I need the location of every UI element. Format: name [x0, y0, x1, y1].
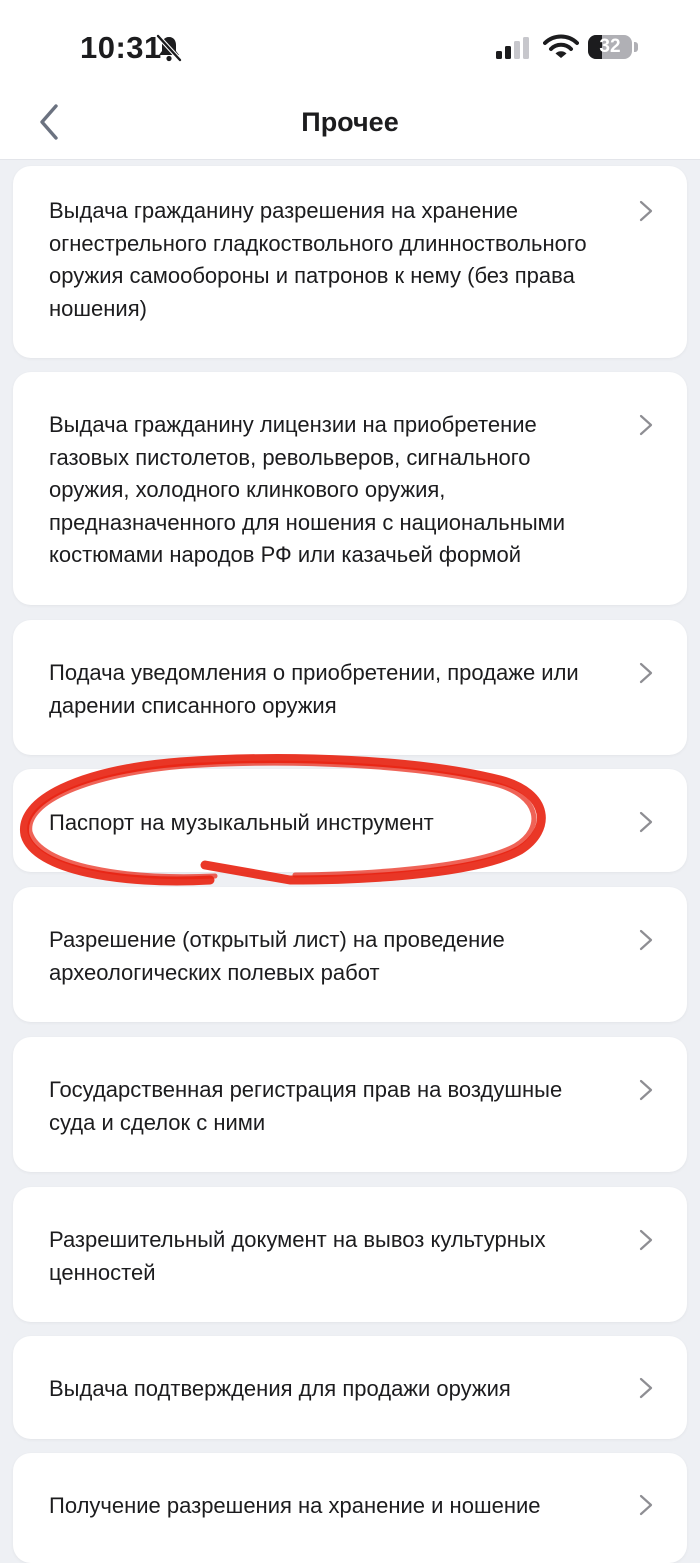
cellular-signal-icon — [496, 37, 529, 59]
list-item[interactable]: Выдача подтверждения для продажи оружия — [13, 1336, 687, 1439]
top-bar: 10:31 32 Прочее — [0, 0, 700, 160]
bell-slash-icon — [156, 34, 182, 62]
chevron-right-icon — [639, 929, 653, 951]
list-item[interactable]: Получение разрешения на хранение и ношен… — [13, 1453, 687, 1563]
list-item-label: Паспорт на музыкальный инструмент — [49, 810, 434, 835]
list-item[interactable]: Подача уведомления о приобретении, прода… — [13, 620, 687, 755]
list-item[interactable]: Государственная регистрация прав на возд… — [13, 1037, 687, 1172]
list-item[interactable]: Разрешительный документ на вывоз культур… — [13, 1187, 687, 1322]
list-item-label: Выдача гражданину лицензии на приобретен… — [49, 412, 566, 567]
chevron-right-icon — [639, 811, 653, 833]
chevron-right-icon — [639, 1229, 653, 1251]
wifi-icon — [543, 34, 579, 58]
battery-percent: 32 — [599, 36, 621, 57]
list-item-label: Выдача подтверждения для продажи оружия — [49, 1376, 511, 1401]
chevron-right-icon — [639, 1079, 653, 1101]
list-item-label: Разрешительный документ на вывоз культур… — [49, 1227, 546, 1285]
page-title: Прочее — [301, 107, 399, 137]
list-item-label: Получение разрешения на хранение и ношен… — [49, 1493, 541, 1518]
list-item[interactable]: Разрешение (открытый лист) на проведение… — [13, 887, 687, 1022]
list-item[interactable]: Паспорт на музыкальный инструмент — [13, 769, 687, 872]
chevron-right-icon — [639, 1494, 653, 1516]
services-list: Выдача гражданину разрешения на хранение… — [0, 0, 700, 1563]
list-item-label: Разрешение (открытый лист) на проведение… — [49, 927, 505, 985]
chevron-right-icon — [639, 200, 653, 222]
battery-icon: 32 — [588, 35, 632, 59]
chevron-right-icon — [639, 414, 653, 436]
list-item-label: Выдача гражданину разрешения на хранение… — [49, 198, 587, 321]
chevron-right-icon — [639, 1377, 653, 1399]
list-item[interactable]: Выдача гражданину лицензии на приобретен… — [13, 372, 687, 605]
list-item[interactable]: Выдача гражданину разрешения на хранение… — [13, 166, 687, 358]
chevron-right-icon — [639, 662, 653, 684]
list-item-label: Подача уведомления о приобретении, прода… — [49, 660, 579, 718]
status-time: 10:31 — [80, 30, 162, 65]
battery-cap — [634, 42, 638, 52]
list-item-label: Государственная регистрация прав на возд… — [49, 1077, 563, 1135]
